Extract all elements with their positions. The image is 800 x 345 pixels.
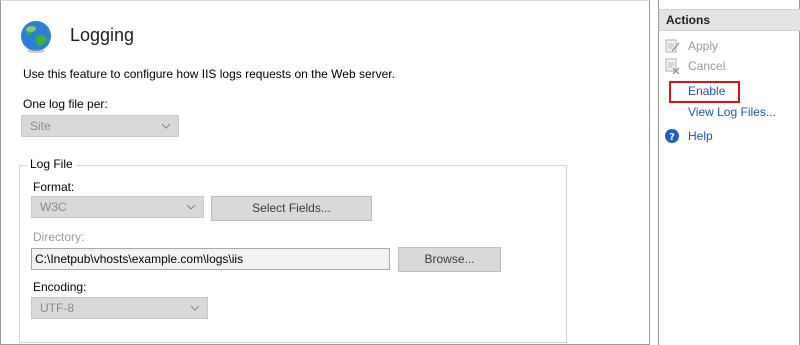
actions-header: Actions — [659, 9, 800, 31]
chevron-down-icon — [186, 204, 196, 210]
format-label: Format: — [33, 180, 75, 194]
view-log-files-label: View Log Files... — [688, 105, 776, 119]
logging-feature-pane: Logging Use this feature to configure ho… — [0, 0, 650, 345]
one-log-file-per-label: One log file per: — [23, 97, 108, 111]
cancel-action[interactable]: Cancel — [659, 57, 800, 75]
encoding-value: UTF-8 — [40, 301, 74, 315]
one-log-file-per-value: Site — [30, 119, 51, 133]
page-title: Logging — [70, 25, 135, 45]
cancel-icon — [665, 58, 680, 74]
chevron-down-icon — [190, 305, 200, 311]
encoding-select[interactable]: UTF-8 — [31, 297, 208, 319]
apply-action[interactable]: Apply — [659, 37, 800, 55]
help-icon: ? — [665, 129, 679, 143]
format-value: W3C — [40, 200, 67, 214]
apply-icon — [665, 39, 680, 53]
actions-pane: Actions Apply Cancel Enable View Log Fil… — [658, 0, 800, 345]
directory-input[interactable]: C:\Inetpub\vhosts\example.com\logs\iis — [31, 248, 390, 270]
feature-description: Use this feature to configure how IIS lo… — [23, 67, 395, 81]
directory-label: Directory: — [33, 230, 85, 244]
log-file-group-label: Log File — [27, 157, 76, 171]
help-label: Help — [688, 129, 713, 143]
view-log-files-action[interactable]: View Log Files... — [659, 103, 800, 121]
select-fields-button[interactable]: Select Fields... — [211, 196, 372, 221]
browse-button[interactable]: Browse... — [398, 247, 501, 272]
one-log-file-per-select[interactable]: Site — [21, 115, 179, 137]
enable-highlight-box — [669, 81, 740, 103]
chevron-down-icon — [161, 123, 171, 129]
help-action[interactable]: ? Help — [659, 127, 800, 145]
encoding-label: Encoding: — [33, 280, 87, 294]
svg-text:?: ? — [669, 132, 675, 143]
apply-label: Apply — [688, 39, 719, 53]
globe-icon — [21, 21, 51, 53]
format-select[interactable]: W3C — [31, 196, 204, 218]
cancel-label: Cancel — [688, 59, 726, 73]
